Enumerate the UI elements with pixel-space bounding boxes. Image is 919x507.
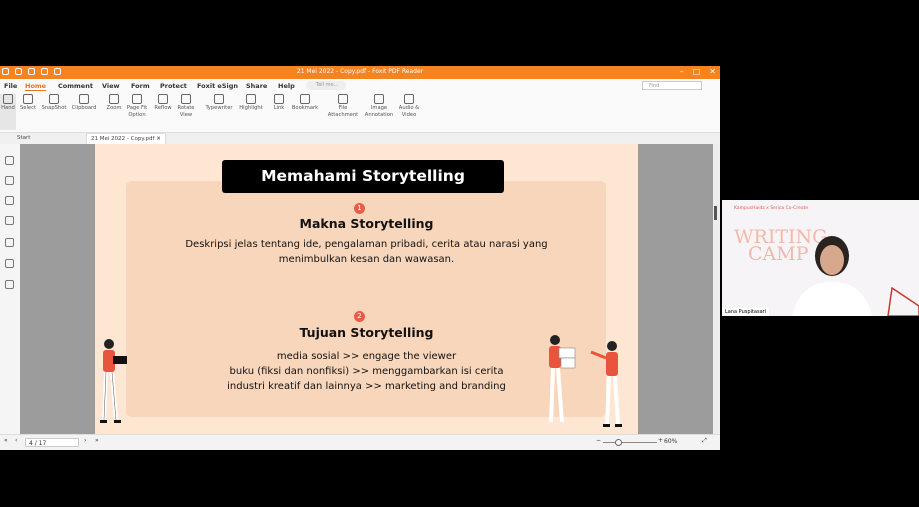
zoom-slider-thumb[interactable] xyxy=(615,439,622,446)
page-number-input[interactable]: 4 / 17 xyxy=(25,438,79,447)
zoom-out-icon[interactable]: − xyxy=(596,437,601,444)
comments-panel-icon[interactable] xyxy=(5,196,14,205)
participant-name: Lana Puspitasari xyxy=(722,308,770,316)
scrollbar-thumb[interactable] xyxy=(714,206,717,220)
person-with-laptop-illustration xyxy=(100,339,127,423)
status-bar: « ‹ 4 / 17 › » − + 60% ⤢ xyxy=(0,434,720,450)
close-icon[interactable]: ✕ xyxy=(709,67,716,76)
image-annotation-button[interactable]: Image Annotation xyxy=(362,94,396,118)
zoom-button[interactable]: Zoom xyxy=(104,94,124,112)
window-title: 21 Mei 2022 - Copy.pdf - Foxit PDF Reade… xyxy=(296,68,424,75)
highlight-icon xyxy=(246,94,256,104)
bookmark-button[interactable]: Bookmark xyxy=(290,94,320,112)
tab-start[interactable]: Start xyxy=(17,135,30,141)
menu-comment[interactable]: Comment xyxy=(58,82,93,90)
hand-tool-button[interactable]: Hand xyxy=(0,94,16,130)
tell-me-search[interactable]: Tell me... xyxy=(306,81,346,90)
menu-view[interactable]: View xyxy=(102,82,120,90)
video-icon xyxy=(404,94,414,104)
clipboard-icon xyxy=(79,94,89,104)
pages-panel-icon[interactable] xyxy=(5,176,14,185)
zoom-in-icon[interactable]: + xyxy=(658,437,663,444)
rotate-icon xyxy=(181,94,191,104)
select-tool-button[interactable]: Select xyxy=(19,94,37,112)
section1-line2: menimbulkan kesan dan wawasan. xyxy=(278,254,455,265)
bookmark-panel-icon[interactable] xyxy=(5,156,14,165)
security-panel-icon[interactable] xyxy=(5,259,14,268)
last-page-icon[interactable]: » xyxy=(95,437,99,444)
title-bar: 21 Mei 2022 - Copy.pdf - Foxit PDF Reade… xyxy=(0,66,720,79)
section1-line1: Deskripsi jelas tentang ide, pengalaman … xyxy=(185,239,548,250)
menu-file[interactable]: File xyxy=(4,82,17,90)
file-attachment-button[interactable]: File Attachment xyxy=(326,94,360,118)
close-tab-icon[interactable]: ✕ xyxy=(156,136,161,142)
minimize-icon[interactable]: – xyxy=(680,67,684,76)
section-number-1: 1 xyxy=(354,203,365,214)
poster-header: KampusHaidz x Serica Co-Create xyxy=(734,206,809,211)
hand-icon xyxy=(3,94,13,104)
layers-panel-icon[interactable] xyxy=(5,216,14,225)
participant-video: KampusHaidz x Serica Co-Create WRITING C… xyxy=(722,200,919,316)
reflow-button[interactable]: Reflow xyxy=(152,94,174,112)
page-fit-option-button[interactable]: Page Fit Option xyxy=(125,94,149,118)
fullscreen-icon[interactable]: ⤢ xyxy=(702,437,707,445)
menu-home[interactable]: Home xyxy=(25,82,47,91)
zoom-slider[interactable] xyxy=(603,442,657,443)
reflow-icon xyxy=(158,94,168,104)
people-with-boxes-illustration xyxy=(549,335,622,427)
navigation-panel xyxy=(0,144,20,434)
typewriter-button[interactable]: Typewriter xyxy=(203,94,235,112)
link-icon xyxy=(274,94,284,104)
participant-person xyxy=(792,236,919,316)
section-number-2: 2 xyxy=(354,311,365,322)
zoom-level[interactable]: 60% xyxy=(664,438,677,445)
menu-foxit-esign[interactable]: Foxit eSign xyxy=(197,82,238,90)
document-tabs: Start 21 Mei 2022 - Copy.pdf ✕ xyxy=(0,133,720,145)
section1-heading: Makna Storytelling xyxy=(299,216,434,231)
bookmark-icon xyxy=(300,94,310,104)
menu-share[interactable]: Share xyxy=(246,82,267,90)
image-icon xyxy=(374,94,384,104)
snapshot-button[interactable]: SnapShot xyxy=(40,94,68,112)
pdf-reader-window: 21 Mei 2022 - Copy.pdf - Foxit PDF Reade… xyxy=(0,66,720,450)
first-page-icon[interactable]: « xyxy=(4,437,8,444)
zoom-icon xyxy=(109,94,119,104)
page-fit-icon xyxy=(132,94,142,104)
audio-video-button[interactable]: Audio & Video xyxy=(397,94,421,118)
window-controls: – □ ✕ xyxy=(680,67,716,76)
vertical-scrollbar[interactable] xyxy=(713,144,720,434)
slide-title: Memahami Storytelling xyxy=(222,160,504,193)
next-page-icon[interactable]: › xyxy=(84,437,86,444)
find-input[interactable]: Find xyxy=(642,81,702,90)
menu-bar: File Home Comment View Form Protect Foxi… xyxy=(0,79,720,92)
typewriter-icon xyxy=(214,94,224,104)
menu-form[interactable]: Form xyxy=(131,82,150,90)
file-attachment-icon xyxy=(338,94,348,104)
attachments-panel-icon[interactable] xyxy=(5,238,14,247)
pdf-page: Memahami Storytelling 1 Makna Storytelli… xyxy=(95,144,638,434)
rotate-view-button[interactable]: Rotate View xyxy=(176,94,196,118)
select-icon xyxy=(23,94,33,104)
ribbon-toolbar: Hand Select SnapShot Clipboard Zoom Page… xyxy=(0,92,720,133)
snapshot-icon xyxy=(49,94,59,104)
menu-protect[interactable]: Protect xyxy=(160,82,187,90)
document-viewer[interactable]: Memahami Storytelling 1 Makna Storytelli… xyxy=(20,144,713,434)
link-button[interactable]: Link xyxy=(271,94,287,112)
highlight-button[interactable]: Highlight xyxy=(237,94,265,112)
signature-panel-icon[interactable] xyxy=(5,280,14,289)
maximize-icon[interactable]: □ xyxy=(693,67,701,76)
prev-page-icon[interactable]: ‹ xyxy=(15,437,17,444)
menu-help[interactable]: Help xyxy=(278,82,295,90)
clipboard-button[interactable]: Clipboard xyxy=(70,94,98,112)
